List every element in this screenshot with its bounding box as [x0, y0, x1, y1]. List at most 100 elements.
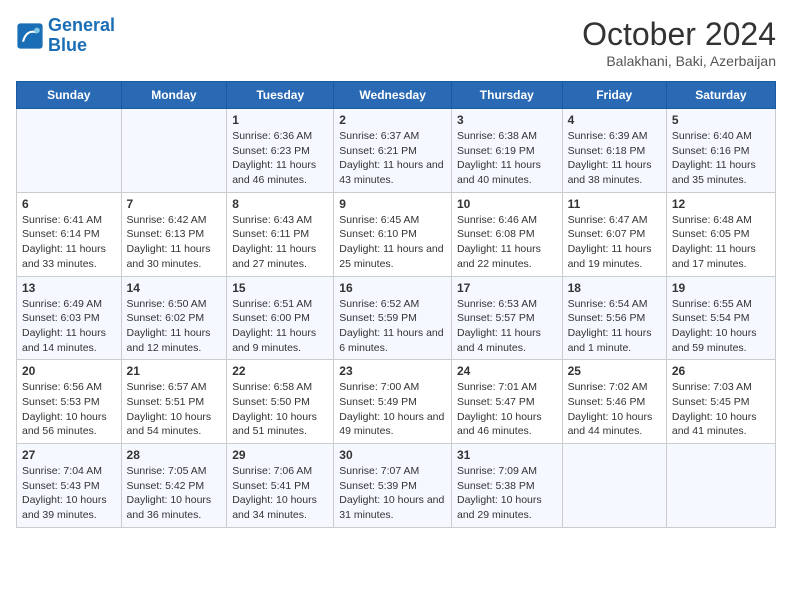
- calendar-week-2: 6 Sunrise: 6:41 AMSunset: 6:14 PMDaylight…: [17, 192, 776, 276]
- col-header-monday: Monday: [121, 82, 227, 109]
- day-details: Sunrise: 6:49 AMSunset: 6:03 PMDaylight:…: [22, 297, 116, 356]
- day-details: Sunrise: 7:02 AMSunset: 5:46 PMDaylight:…: [568, 380, 661, 439]
- col-header-friday: Friday: [562, 82, 666, 109]
- calendar-cell: 6 Sunrise: 6:41 AMSunset: 6:14 PMDaylight…: [17, 192, 122, 276]
- day-details: Sunrise: 6:51 AMSunset: 6:00 PMDaylight:…: [232, 297, 328, 356]
- col-header-wednesday: Wednesday: [334, 82, 452, 109]
- calendar-cell: 19 Sunrise: 6:55 AMSunset: 5:54 PMDayligh…: [666, 276, 775, 360]
- day-number: 31: [457, 448, 557, 462]
- calendar-week-1: 1 Sunrise: 6:36 AMSunset: 6:23 PMDaylight…: [17, 109, 776, 193]
- day-details: Sunrise: 6:42 AMSunset: 6:13 PMDaylight:…: [127, 213, 222, 272]
- calendar-cell: 7 Sunrise: 6:42 AMSunset: 6:13 PMDaylight…: [121, 192, 227, 276]
- calendar-cell: 16Sunrise: 6:52 AMSunset: 5:59 PMDayligh…: [334, 276, 452, 360]
- day-number: 7: [127, 197, 222, 211]
- day-number: 19: [672, 281, 770, 295]
- day-details: Sunrise: 6:55 AMSunset: 5:54 PMDaylight:…: [672, 297, 770, 356]
- day-number: 6: [22, 197, 116, 211]
- calendar-cell: 17Sunrise: 6:53 AMSunset: 5:57 PMDayligh…: [451, 276, 562, 360]
- calendar-cell: 4 Sunrise: 6:39 AMSunset: 6:18 PMDaylight…: [562, 109, 666, 193]
- col-header-saturday: Saturday: [666, 82, 775, 109]
- calendar-cell: 14 Sunrise: 6:50 AMSunset: 6:02 PMDayligh…: [121, 276, 227, 360]
- calendar-cell: [666, 444, 775, 528]
- calendar-cell: 21 Sunrise: 6:57 AMSunset: 5:51 PMDayligh…: [121, 360, 227, 444]
- calendar-table: SundayMondayTuesdayWednesdayThursdayFrid…: [16, 81, 776, 528]
- calendar-week-4: 20Sunrise: 6:56 AMSunset: 5:53 PMDayligh…: [17, 360, 776, 444]
- col-header-sunday: Sunday: [17, 82, 122, 109]
- location-subtitle: Balakhani, Baki, Azerbaijan: [582, 53, 776, 69]
- day-details: Sunrise: 6:58 AMSunset: 5:50 PMDaylight:…: [232, 380, 328, 439]
- day-details: Sunrise: 6:36 AMSunset: 6:23 PMDaylight:…: [232, 129, 328, 188]
- day-number: 8: [232, 197, 328, 211]
- calendar-cell: 18 Sunrise: 6:54 AMSunset: 5:56 PMDayligh…: [562, 276, 666, 360]
- day-details: Sunrise: 6:45 AMSunset: 6:10 PMDaylight:…: [339, 213, 446, 272]
- logo-line1: General: [48, 15, 115, 35]
- col-header-tuesday: Tuesday: [227, 82, 334, 109]
- day-number: 3: [457, 113, 557, 127]
- day-number: 9: [339, 197, 446, 211]
- calendar-cell: 25 Sunrise: 7:02 AMSunset: 5:46 PMDayligh…: [562, 360, 666, 444]
- calendar-cell: 20Sunrise: 6:56 AMSunset: 5:53 PMDayligh…: [17, 360, 122, 444]
- day-number: 14: [127, 281, 222, 295]
- calendar-week-3: 13Sunrise: 6:49 AMSunset: 6:03 PMDayligh…: [17, 276, 776, 360]
- day-details: Sunrise: 6:48 AMSunset: 6:05 PMDaylight:…: [672, 213, 770, 272]
- day-number: 1: [232, 113, 328, 127]
- day-number: 18: [568, 281, 661, 295]
- day-number: 12: [672, 197, 770, 211]
- calendar-cell: 8 Sunrise: 6:43 AMSunset: 6:11 PMDaylight…: [227, 192, 334, 276]
- day-details: Sunrise: 7:04 AMSunset: 5:43 PMDaylight:…: [22, 464, 116, 523]
- calendar-cell: 28 Sunrise: 7:05 AMSunset: 5:42 PMDayligh…: [121, 444, 227, 528]
- calendar-cell: 29Sunrise: 7:06 AMSunset: 5:41 PMDayligh…: [227, 444, 334, 528]
- calendar-cell: [562, 444, 666, 528]
- calendar-cell: [17, 109, 122, 193]
- calendar-cell: 3 Sunrise: 6:38 AMSunset: 6:19 PMDaylight…: [451, 109, 562, 193]
- day-details: Sunrise: 6:43 AMSunset: 6:11 PMDaylight:…: [232, 213, 328, 272]
- day-number: 25: [568, 364, 661, 378]
- calendar-cell: 11 Sunrise: 6:47 AMSunset: 6:07 PMDayligh…: [562, 192, 666, 276]
- day-details: Sunrise: 6:52 AMSunset: 5:59 PMDaylight:…: [339, 297, 446, 356]
- calendar-cell: 31 Sunrise: 7:09 AMSunset: 5:38 PMDayligh…: [451, 444, 562, 528]
- day-number: 21: [127, 364, 222, 378]
- day-details: Sunrise: 7:06 AMSunset: 5:41 PMDaylight:…: [232, 464, 328, 523]
- calendar-cell: 10Sunrise: 6:46 AMSunset: 6:08 PMDayligh…: [451, 192, 562, 276]
- calendar-cell: 24Sunrise: 7:01 AMSunset: 5:47 PMDayligh…: [451, 360, 562, 444]
- day-details: Sunrise: 7:09 AMSunset: 5:38 PMDaylight:…: [457, 464, 557, 523]
- day-number: 15: [232, 281, 328, 295]
- day-details: Sunrise: 6:41 AMSunset: 6:14 PMDaylight:…: [22, 213, 116, 272]
- day-number: 26: [672, 364, 770, 378]
- day-details: Sunrise: 7:07 AMSunset: 5:39 PMDaylight:…: [339, 464, 446, 523]
- day-details: Sunrise: 6:53 AMSunset: 5:57 PMDaylight:…: [457, 297, 557, 356]
- month-title: October 2024: [582, 16, 776, 53]
- day-number: 5: [672, 113, 770, 127]
- day-details: Sunrise: 6:37 AMSunset: 6:21 PMDaylight:…: [339, 129, 446, 188]
- day-details: Sunrise: 6:47 AMSunset: 6:07 PMDaylight:…: [568, 213, 661, 272]
- day-details: Sunrise: 7:03 AMSunset: 5:45 PMDaylight:…: [672, 380, 770, 439]
- col-header-thursday: Thursday: [451, 82, 562, 109]
- day-details: Sunrise: 7:00 AMSunset: 5:49 PMDaylight:…: [339, 380, 446, 439]
- calendar-cell: 13Sunrise: 6:49 AMSunset: 6:03 PMDayligh…: [17, 276, 122, 360]
- calendar-cell: 26 Sunrise: 7:03 AMSunset: 5:45 PMDayligh…: [666, 360, 775, 444]
- logo-text: General Blue: [48, 16, 115, 56]
- day-details: Sunrise: 6:38 AMSunset: 6:19 PMDaylight:…: [457, 129, 557, 188]
- day-details: Sunrise: 7:01 AMSunset: 5:47 PMDaylight:…: [457, 380, 557, 439]
- day-number: 11: [568, 197, 661, 211]
- day-number: 4: [568, 113, 661, 127]
- calendar-cell: [121, 109, 227, 193]
- day-details: Sunrise: 6:50 AMSunset: 6:02 PMDaylight:…: [127, 297, 222, 356]
- calendar-cell: 2Sunrise: 6:37 AMSunset: 6:21 PMDaylight…: [334, 109, 452, 193]
- day-number: 22: [232, 364, 328, 378]
- day-details: Sunrise: 7:05 AMSunset: 5:42 PMDaylight:…: [127, 464, 222, 523]
- day-number: 20: [22, 364, 116, 378]
- logo-line2: Blue: [48, 36, 115, 56]
- day-details: Sunrise: 6:39 AMSunset: 6:18 PMDaylight:…: [568, 129, 661, 188]
- calendar-cell: 27Sunrise: 7:04 AMSunset: 5:43 PMDayligh…: [17, 444, 122, 528]
- logo-icon: [16, 22, 44, 50]
- day-details: Sunrise: 6:57 AMSunset: 5:51 PMDaylight:…: [127, 380, 222, 439]
- calendar-cell: 30 Sunrise: 7:07 AMSunset: 5:39 PMDayligh…: [334, 444, 452, 528]
- day-number: 30: [339, 448, 446, 462]
- title-block: October 2024 Balakhani, Baki, Azerbaijan: [582, 16, 776, 69]
- day-number: 28: [127, 448, 222, 462]
- day-details: Sunrise: 6:46 AMSunset: 6:08 PMDaylight:…: [457, 213, 557, 272]
- calendar-cell: 22 Sunrise: 6:58 AMSunset: 5:50 PMDayligh…: [227, 360, 334, 444]
- day-details: Sunrise: 6:54 AMSunset: 5:56 PMDaylight:…: [568, 297, 661, 356]
- calendar-cell: 5Sunrise: 6:40 AMSunset: 6:16 PMDaylight…: [666, 109, 775, 193]
